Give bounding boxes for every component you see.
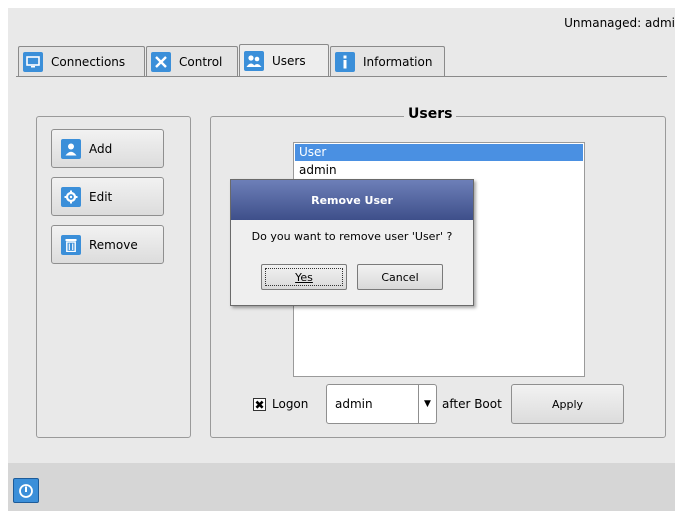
list-item[interactable]: admin	[295, 162, 583, 179]
tab-connections[interactable]: Connections	[18, 46, 145, 76]
logon-user-value: admin	[335, 397, 373, 411]
tools-icon	[151, 51, 171, 72]
remove-user-label: Remove	[89, 237, 138, 252]
dialog-title: Remove User	[231, 180, 473, 220]
info-icon	[335, 51, 355, 72]
tab-label: Users	[272, 53, 306, 68]
tab-label: Control	[179, 54, 223, 69]
logon-checkbox[interactable]: ✖	[253, 398, 266, 411]
tab-information[interactable]: Information	[330, 46, 445, 76]
tab-users[interactable]: Users	[239, 44, 329, 76]
yes-button[interactable]: Yes	[261, 264, 347, 290]
logon-user-select[interactable]: admin ▼	[326, 384, 437, 424]
power-icon	[19, 483, 33, 498]
bottom-bar	[8, 463, 675, 511]
edit-user-label: Edit	[89, 189, 113, 204]
tab-label: Connections	[51, 54, 126, 69]
power-button[interactable]	[13, 478, 39, 503]
remove-user-button[interactable]: Remove	[51, 225, 164, 264]
users-icon	[244, 50, 264, 71]
users-group-title: Users	[404, 106, 457, 122]
after-boot-label: after Boot	[442, 397, 502, 411]
monitor-icon	[23, 51, 43, 72]
chevron-down-icon[interactable]: ▼	[418, 385, 436, 423]
dialog-message: Do you want to remove user 'User' ?	[251, 230, 453, 243]
add-user-icon	[61, 138, 81, 159]
tab-label: Information	[363, 54, 433, 69]
apply-button[interactable]: Apply	[511, 384, 624, 424]
edit-user-button[interactable]: Edit	[51, 177, 164, 216]
gear-icon	[61, 186, 81, 207]
focus-ring	[265, 268, 343, 286]
tab-control[interactable]: Control	[146, 46, 238, 76]
trash-icon	[61, 234, 81, 255]
status-text: Unmanaged: admi	[564, 16, 675, 30]
list-item[interactable]: User	[295, 144, 583, 161]
remove-user-dialog: Remove User Do you want to remove user '…	[230, 179, 474, 306]
add-user-button[interactable]: Add	[51, 129, 164, 168]
logon-label: Logon	[272, 397, 309, 411]
add-user-label: Add	[89, 141, 113, 156]
cancel-button[interactable]: Cancel	[357, 264, 443, 290]
